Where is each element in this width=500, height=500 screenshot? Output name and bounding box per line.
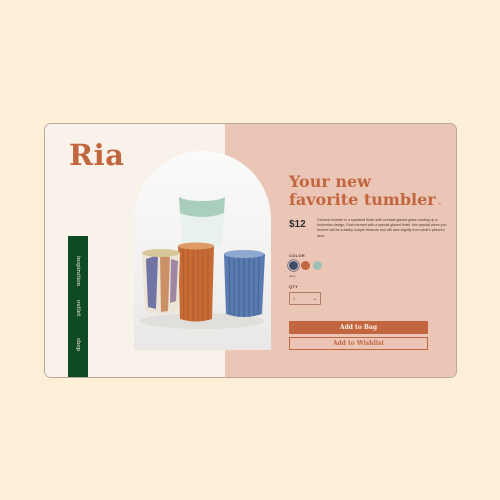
product-price: $12 [289, 219, 306, 230]
headline-dot [437, 202, 441, 205]
swatch-terracotta[interactable] [301, 261, 310, 270]
swatch-sage[interactable] [313, 261, 322, 270]
qty-value: 1 [293, 296, 296, 301]
nav-item-outlet[interactable]: outlet [68, 298, 88, 318]
product-card: Ria inspiration outlet shop Your new fav… [44, 123, 457, 378]
product-image [134, 151, 271, 350]
nav-item-inspiration[interactable]: inspiration [68, 256, 88, 286]
side-nav: inspiration outlet shop [68, 236, 88, 377]
add-to-bag-button[interactable]: Add to Bag [289, 321, 428, 334]
brand-logo[interactable]: Ria [69, 138, 124, 172]
add-to-wishlist-button[interactable]: Add to Wishlist [289, 337, 428, 350]
qty-label: QTY [289, 284, 299, 289]
chevron-down-icon: ⌄ [312, 295, 317, 302]
product-headline: Your new favorite tumbler [289, 173, 449, 209]
headline-line-1: Your new [289, 172, 371, 191]
product-description: Ceramic tumbler is a speckled finish wit… [317, 218, 447, 238]
qty-select[interactable]: 1 ⌄ [289, 292, 321, 305]
tumblers-illustration [140, 191, 265, 329]
headline-line-2: favorite tumbler [289, 190, 436, 209]
selected-color-name: navy [289, 274, 296, 278]
color-label: COLOR [289, 253, 305, 258]
color-swatches [289, 261, 322, 270]
nav-item-shop[interactable]: shop [68, 336, 88, 354]
swatch-navy[interactable] [289, 261, 298, 270]
